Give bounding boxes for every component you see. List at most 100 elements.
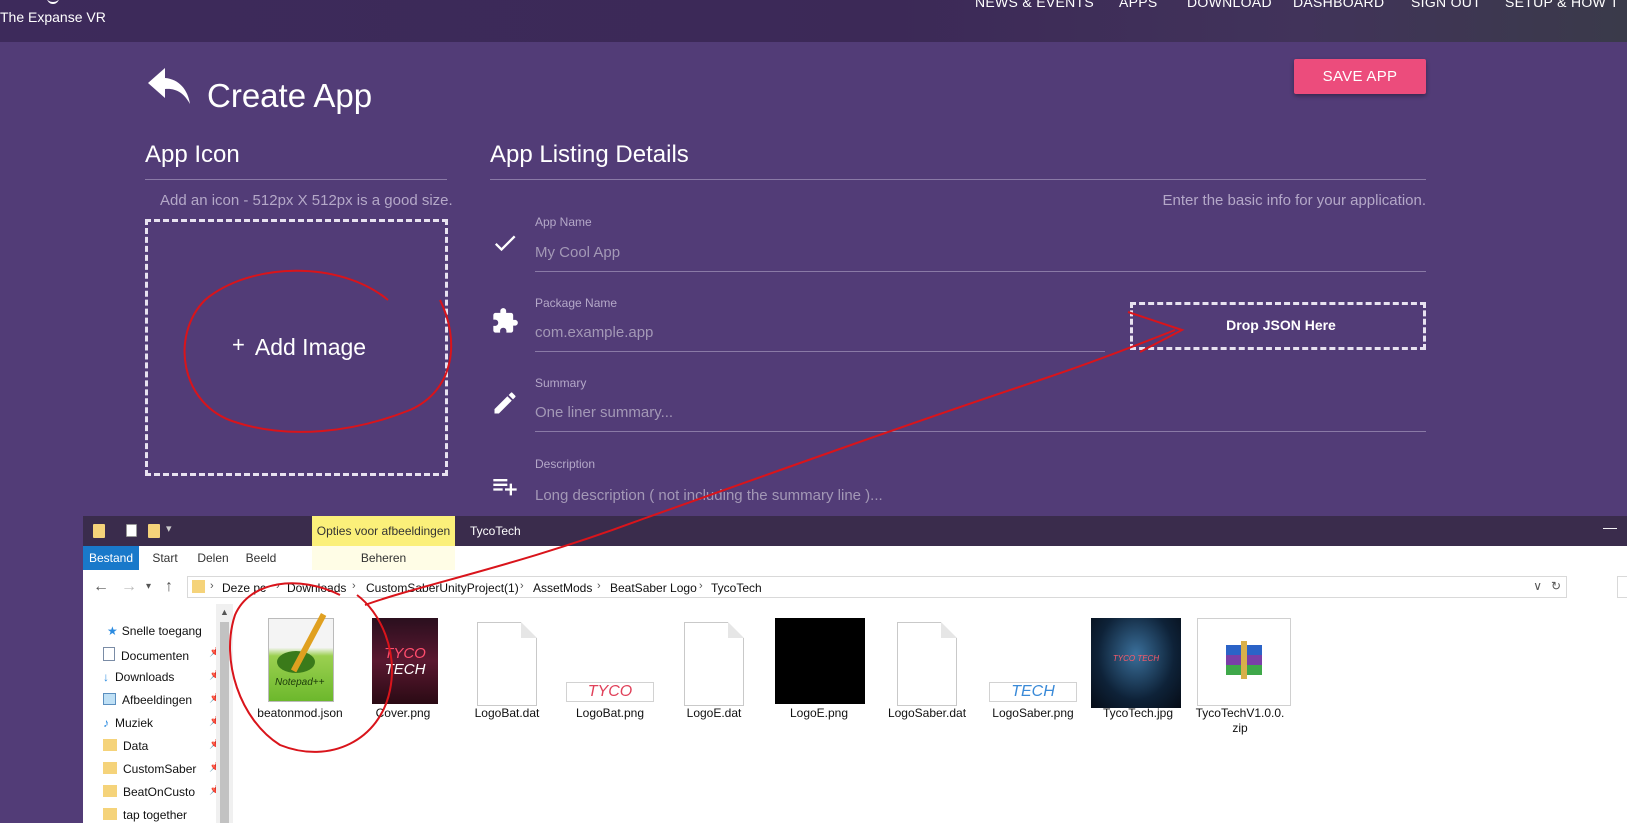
sidebar-item-label: Afbeeldingen: [122, 693, 193, 707]
file-item[interactable]: LogoE.png: [769, 604, 869, 744]
navigation-pane: ★Snelle toegang Documenten📌 ↓Downloads📌 …: [83, 604, 233, 823]
scroll-up-icon[interactable]: ▲: [220, 607, 229, 617]
file-name: Cover.png: [375, 706, 431, 720]
description-label: Description: [535, 457, 596, 471]
explorer-address-row: ← → ▾ ↑ › Deze pc › Downloads › CustomSa…: [83, 570, 1627, 604]
tab-delen[interactable]: Delen: [191, 546, 235, 570]
brand-name[interactable]: The Expanse VR: [0, 9, 106, 25]
package-name-input[interactable]: [535, 322, 1105, 352]
file-item[interactable]: TYCO TECH TycoTech.jpg: [1088, 604, 1188, 744]
file-item[interactable]: Notepad++ beatonmod.json: [250, 604, 350, 744]
back-arrow-icon[interactable]: [146, 66, 192, 106]
breadcrumb-tycotech[interactable]: TycoTech: [711, 581, 762, 595]
sidebar-item-label: Muziek: [115, 716, 154, 730]
customize-toolbar-icon[interactable]: ▾: [166, 522, 172, 535]
file-item[interactable]: TECH LogoSaber.png: [983, 604, 1083, 744]
recent-locations-icon[interactable]: ▾: [146, 581, 151, 592]
file-item[interactable]: LogoE.dat: [664, 604, 764, 744]
breadcrumb-deze-pc[interactable]: Deze pc: [222, 581, 266, 595]
address-bar[interactable]: › Deze pc › Downloads › CustomSaberUnity…: [187, 576, 1567, 598]
tab-bestand[interactable]: Bestand: [83, 546, 139, 570]
nav-link-download[interactable]: DOWNLOAD: [1187, 0, 1272, 10]
breadcrumb-beatsaber-logo[interactable]: BeatSaber Logo: [610, 581, 697, 595]
app-name-input[interactable]: [535, 242, 1426, 272]
generic-file-icon: [897, 622, 957, 706]
tab-beheren[interactable]: Beheren: [312, 546, 455, 570]
file-item[interactable]: TYCO LogoBat.png: [560, 604, 660, 744]
folder-icon: [103, 739, 117, 751]
file-name: LogoBat.png: [575, 706, 645, 720]
quick-access-label: Snelle toegang: [121, 624, 202, 638]
new-folder-icon[interactable]: [148, 524, 160, 538]
thumbnail-text: TYCO: [384, 645, 426, 662]
sidebar-item-beatoncusto[interactable]: BeatOnCusto 📌: [103, 785, 218, 799]
breadcrumb-separator: ›: [699, 580, 703, 592]
forward-arrow-icon[interactable]: →: [121, 578, 137, 596]
explorer-title-bar: ▾ Opties voor afbeeldingen TycoTech —: [83, 516, 1627, 546]
brand-logo-icon: [47, 0, 59, 4]
breadcrumb-custom-saber-project[interactable]: CustomSaberUnityProject(1): [366, 581, 519, 595]
sidebar-item-data[interactable]: Data📌: [103, 739, 221, 753]
pictures-icon: [103, 693, 116, 705]
folder-icon: [103, 785, 117, 797]
logoe-thumbnail: [775, 618, 865, 704]
file-item[interactable]: LogoSaber.dat: [877, 604, 977, 744]
sidebar-item-downloads[interactable]: ↓Downloads📌: [103, 670, 221, 684]
sidebar-item-label: Documenten: [121, 649, 190, 663]
nav-link-apps[interactable]: APPS: [1119, 0, 1158, 10]
breadcrumb-downloads[interactable]: Downloads: [287, 581, 346, 595]
tab-start[interactable]: Start: [143, 546, 187, 570]
plus-icon: +: [232, 332, 245, 357]
breadcrumb-assetmods[interactable]: AssetMods: [533, 581, 592, 595]
refresh-icon[interactable]: ↻: [1551, 579, 1561, 593]
search-input[interactable]: [1617, 576, 1627, 598]
thumbnail-text: TECH: [384, 661, 426, 678]
file-item[interactable]: TycoTechV1.0.0.zip: [1190, 604, 1291, 744]
cover-thumbnail: TYCO TECH: [372, 618, 438, 704]
breadcrumb-separator: ›: [352, 580, 356, 592]
app-icon-divider: [145, 179, 447, 180]
page-title: Create App: [207, 77, 373, 114]
sidebar-scrollbar-thumb[interactable]: [220, 622, 229, 823]
up-arrow-icon[interactable]: ↑: [165, 578, 173, 596]
properties-icon[interactable]: [126, 524, 137, 537]
file-name: LogoSaber.png: [992, 706, 1074, 720]
file-name: TycoTech.jpg: [1102, 706, 1174, 720]
file-item[interactable]: LogoBat.dat: [457, 604, 557, 744]
description-input[interactable]: [535, 484, 1426, 514]
app-name-label: App Name: [535, 215, 592, 229]
nav-link-dashboard[interactable]: DASHBOARD: [1293, 0, 1384, 10]
file-item[interactable]: TYCO TECH Cover.png: [353, 604, 453, 744]
folder-icon: [103, 808, 117, 820]
listing-hint: Enter the basic info for your applicatio…: [1162, 192, 1426, 209]
folder-icon: [192, 580, 205, 593]
save-app-button[interactable]: SAVE APP: [1294, 59, 1426, 94]
tycotech-thumbnail: TYCO TECH: [1091, 618, 1181, 708]
nav-link-sign-out[interactable]: SIGN OUT: [1411, 0, 1481, 10]
check-icon: [494, 235, 516, 252]
nav-link-setup-how-to[interactable]: SETUP & HOW T: [1505, 0, 1619, 10]
star-icon: ★: [107, 624, 118, 638]
music-note-icon: ♪: [103, 716, 109, 730]
sidebar-item-tap-together[interactable]: tap together: [103, 808, 218, 822]
generic-file-icon: [477, 622, 537, 706]
sidebar-item-muziek[interactable]: ♪Muziek📌: [103, 716, 221, 730]
quick-access-item[interactable]: ★ Snelle toegang: [107, 624, 222, 638]
breadcrumb-separator: ›: [597, 580, 601, 592]
sidebar-item-documenten[interactable]: Documenten📌: [103, 647, 221, 663]
minimize-icon[interactable]: —: [1603, 519, 1617, 535]
folder-icon[interactable]: [93, 524, 105, 538]
playlist-add-icon: [493, 479, 517, 496]
sidebar-item-customsaber[interactable]: CustomSaber 📌: [103, 762, 218, 776]
listing-section-title: App Listing Details: [490, 141, 689, 168]
address-dropdown-icon[interactable]: ∨: [1533, 579, 1542, 593]
summary-input[interactable]: [535, 402, 1426, 432]
tab-beeld[interactable]: Beeld: [239, 546, 283, 570]
nav-link-news-events[interactable]: NEWS & EVENTS: [975, 0, 1094, 10]
add-image-label: Add Image: [254, 334, 367, 360]
sidebar-item-afbeeldingen[interactable]: Afbeeldingen📌: [103, 693, 221, 707]
back-arrow-icon[interactable]: ←: [93, 578, 109, 596]
json-drop-label: Drop JSON Here: [1226, 317, 1336, 333]
add-image-button[interactable]: + Add Image: [232, 332, 367, 361]
app-icon-section-title: App Icon: [145, 141, 240, 168]
